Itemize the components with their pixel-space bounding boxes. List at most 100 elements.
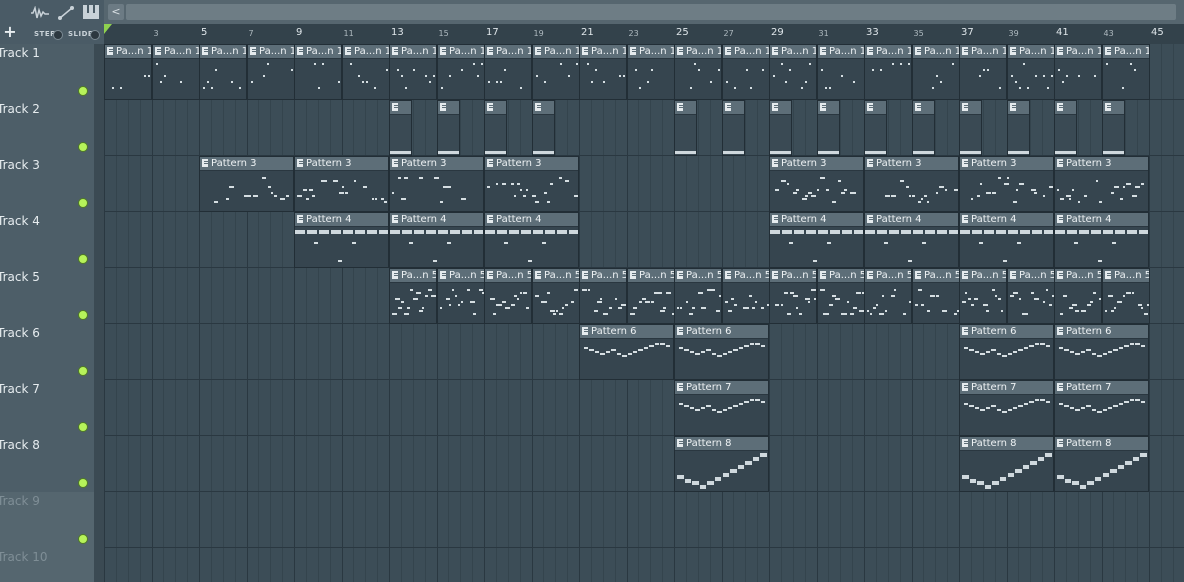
- waveform-icon[interactable]: [30, 5, 50, 23]
- pattern-menu-icon[interactable]: [962, 47, 968, 55]
- pattern-clip[interactable]: Pattern 3: [199, 156, 294, 212]
- pattern-clip[interactable]: Pa...n 5: [864, 268, 912, 324]
- clip-header[interactable]: Pattern 6: [960, 325, 1053, 339]
- pattern-menu-icon[interactable]: [440, 271, 446, 279]
- track-mute-led[interactable]: [78, 422, 88, 432]
- pattern-menu-icon[interactable]: [345, 47, 351, 55]
- clip-header[interactable]: Pattern 3: [960, 157, 1053, 171]
- clip-header[interactable]: Pa...n 1: [485, 45, 531, 59]
- clip-header[interactable]: Pa...n 1: [105, 45, 151, 59]
- pattern-clip[interactable]: [437, 100, 460, 156]
- pattern-clip[interactable]: Pa...n 1: [1054, 44, 1102, 100]
- pattern-clip[interactable]: Pa...n 5: [769, 268, 817, 324]
- pattern-clip[interactable]: Pa...n 5: [484, 268, 532, 324]
- pattern-clip[interactable]: Pattern 4: [389, 212, 484, 268]
- pattern-menu-icon[interactable]: [535, 47, 541, 55]
- pattern-menu-icon[interactable]: [820, 103, 826, 111]
- pattern-clip[interactable]: Pattern 3: [484, 156, 579, 212]
- pattern-clip[interactable]: Pa...n 1: [389, 44, 437, 100]
- pattern-menu-icon[interactable]: [725, 271, 731, 279]
- pattern-clip[interactable]: Pa...n 1: [532, 44, 580, 100]
- horizontal-scrollbar[interactable]: <: [104, 0, 1184, 24]
- pattern-clip[interactable]: Pa...n 1: [1007, 44, 1055, 100]
- track-mute-led[interactable]: [78, 366, 88, 376]
- track-header[interactable]: Track 4: [0, 212, 94, 269]
- pattern-clip[interactable]: [1054, 100, 1077, 156]
- pattern-clip[interactable]: Pattern 8: [1054, 436, 1149, 492]
- pattern-menu-icon[interactable]: [1105, 271, 1111, 279]
- pattern-menu-icon[interactable]: [867, 103, 873, 111]
- pattern-menu-icon[interactable]: [772, 47, 778, 55]
- track-header[interactable]: Track 5: [0, 268, 94, 325]
- pattern-clip[interactable]: Pa...n 1: [1102, 44, 1150, 100]
- pattern-menu-icon[interactable]: [392, 271, 398, 279]
- clip-header[interactable]: Pattern 4: [770, 213, 863, 227]
- slide-toggle[interactable]: [90, 30, 100, 40]
- track-header[interactable]: Track 3: [0, 156, 94, 213]
- pattern-clip[interactable]: Pa...n 1: [152, 44, 200, 100]
- pattern-menu-icon[interactable]: [1010, 47, 1016, 55]
- pattern-menu-icon[interactable]: [867, 271, 873, 279]
- pattern-menu-icon[interactable]: [392, 159, 398, 167]
- pattern-menu-icon[interactable]: [202, 47, 208, 55]
- clip-header[interactable]: Pattern 3: [1055, 157, 1148, 171]
- pattern-clip[interactable]: [959, 100, 982, 156]
- clip-header[interactable]: [818, 101, 839, 115]
- pattern-menu-icon[interactable]: [915, 103, 921, 111]
- pattern-menu-icon[interactable]: [535, 271, 541, 279]
- pattern-menu-icon[interactable]: [107, 47, 113, 55]
- track-mute-led[interactable]: [78, 310, 88, 320]
- clip-header[interactable]: Pa...n 1: [390, 45, 436, 59]
- clip-header[interactable]: Pattern 3: [200, 157, 293, 171]
- track-mute-led[interactable]: [78, 254, 88, 264]
- clip-header[interactable]: [533, 101, 554, 115]
- pattern-clip[interactable]: [389, 100, 412, 156]
- pattern-menu-icon[interactable]: [915, 271, 921, 279]
- pattern-menu-icon[interactable]: [725, 47, 731, 55]
- pattern-menu-icon[interactable]: [962, 383, 968, 391]
- clip-header[interactable]: [960, 101, 981, 115]
- pattern-clip[interactable]: Pattern 4: [484, 212, 579, 268]
- pattern-menu-icon[interactable]: [392, 215, 398, 223]
- clip-header[interactable]: Pattern 4: [295, 213, 388, 227]
- pattern-clip[interactable]: [722, 100, 745, 156]
- pattern-clip[interactable]: Pa...n 1: [674, 44, 722, 100]
- pattern-menu-icon[interactable]: [725, 103, 731, 111]
- pattern-menu-icon[interactable]: [1057, 103, 1063, 111]
- clip-header[interactable]: Pattern 3: [295, 157, 388, 171]
- clip-header[interactable]: Pattern 6: [580, 325, 673, 339]
- pattern-clip[interactable]: Pa...n 1: [769, 44, 817, 100]
- track-mute-led[interactable]: [78, 478, 88, 488]
- pattern-clip[interactable]: Pattern 3: [1054, 156, 1149, 212]
- pattern-clip[interactable]: Pa...n 1: [342, 44, 390, 100]
- pattern-clip[interactable]: Pattern 4: [864, 212, 959, 268]
- pattern-clip[interactable]: [532, 100, 555, 156]
- pattern-clip[interactable]: Pattern 3: [389, 156, 484, 212]
- clip-header[interactable]: Pattern 3: [485, 157, 578, 171]
- pattern-menu-icon[interactable]: [1105, 47, 1111, 55]
- piano-roll-icon[interactable]: [83, 5, 99, 22]
- pattern-menu-icon[interactable]: [772, 215, 778, 223]
- pattern-menu-icon[interactable]: [677, 383, 683, 391]
- clip-header[interactable]: Pa...n 1: [295, 45, 341, 59]
- pattern-menu-icon[interactable]: [1105, 103, 1111, 111]
- clip-header[interactable]: [913, 101, 934, 115]
- pattern-menu-icon[interactable]: [915, 47, 921, 55]
- clip-header[interactable]: [1008, 101, 1029, 115]
- clip-header[interactable]: Pattern 4: [960, 213, 1053, 227]
- clip-header[interactable]: Pa...n 5: [390, 269, 436, 283]
- pattern-clip[interactable]: Pattern 3: [769, 156, 864, 212]
- pattern-menu-icon[interactable]: [962, 215, 968, 223]
- pattern-clip[interactable]: Pa...n 1: [199, 44, 247, 100]
- pattern-menu-icon[interactable]: [867, 47, 873, 55]
- clip-header[interactable]: Pattern 7: [675, 381, 768, 395]
- clip-header[interactable]: Pa...n 1: [580, 45, 626, 59]
- clip-header[interactable]: Pattern 8: [1055, 437, 1148, 451]
- pattern-clip[interactable]: Pa...n 1: [484, 44, 532, 100]
- pattern-menu-icon[interactable]: [487, 103, 493, 111]
- clip-header[interactable]: Pa...n 1: [438, 45, 484, 59]
- pattern-clip[interactable]: Pa...n 1: [579, 44, 627, 100]
- pattern-clip[interactable]: Pattern 7: [1054, 380, 1149, 436]
- pattern-clip[interactable]: Pattern 7: [674, 380, 769, 436]
- pattern-menu-icon[interactable]: [962, 103, 968, 111]
